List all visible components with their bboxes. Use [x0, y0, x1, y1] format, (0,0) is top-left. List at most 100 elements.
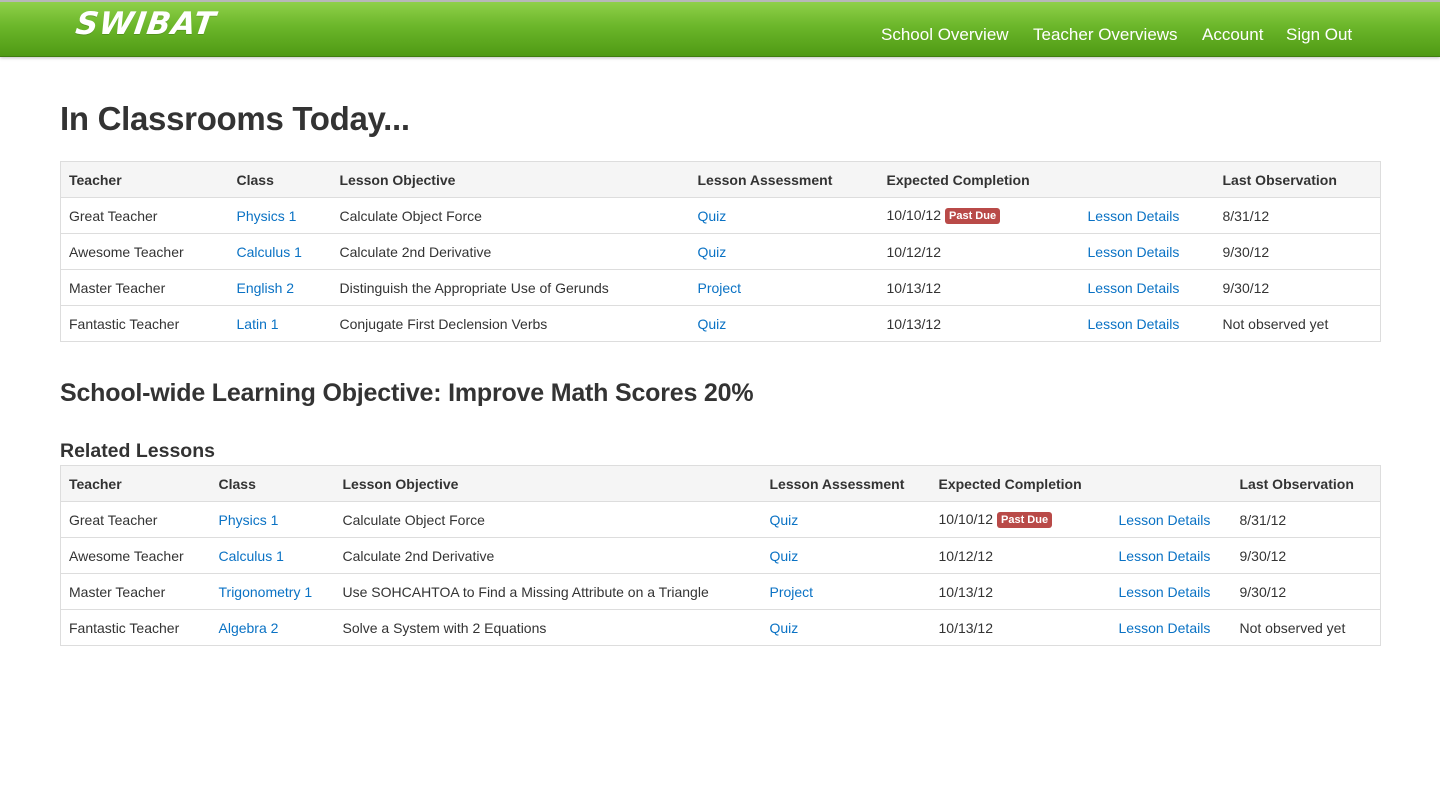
observation-cell: Not observed yet: [1214, 305, 1381, 342]
teacher-cell: Master Teacher: [60, 269, 229, 306]
assessment-link[interactable]: Quiz: [698, 316, 727, 332]
assessment-link[interactable]: Quiz: [770, 548, 799, 564]
lesson-details-link[interactable]: Lesson Details: [1088, 244, 1180, 260]
teacher-cell: Fantastic Teacher: [60, 609, 211, 646]
lesson-details-link[interactable]: Lesson Details: [1119, 620, 1211, 636]
header-teacher: Teacher: [60, 161, 229, 198]
lesson-details-link[interactable]: Lesson Details: [1088, 208, 1180, 224]
completion-cell: 10/12/12: [930, 537, 1111, 574]
table-header-row: Teacher Class Lesson Objective Lesson As…: [60, 161, 1381, 198]
header-lesson-objective: Lesson Objective: [331, 161, 690, 198]
teacher-cell: Master Teacher: [60, 573, 211, 610]
nav-teacher-overviews[interactable]: Teacher Overviews: [1033, 25, 1178, 45]
assessment-link[interactable]: Project: [770, 584, 814, 600]
header-class: Class: [210, 465, 335, 502]
completion-cell: 10/13/12: [930, 609, 1111, 646]
class-link[interactable]: Calculus 1: [219, 548, 284, 564]
nav-account[interactable]: Account: [1202, 25, 1263, 45]
lesson-details-link[interactable]: Lesson Details: [1119, 548, 1211, 564]
completion-date: 10/13/12: [886, 315, 942, 332]
table-row: Fantastic Teacher Algebra 2 Solve a Syst…: [60, 609, 1381, 646]
lesson-details-link[interactable]: Lesson Details: [1119, 512, 1211, 528]
teacher-cell: Great Teacher: [60, 197, 229, 234]
objective-cell: Calculate Object Force: [334, 501, 762, 538]
header-teacher: Teacher: [60, 465, 211, 502]
brand-logo[interactable]: SWIBAT: [73, 6, 218, 42]
completion-cell: 10/13/12: [878, 269, 1080, 306]
table-row: Fantastic Teacher Latin 1 Conjugate Firs…: [60, 305, 1381, 342]
observation-cell: 9/30/12: [1214, 269, 1381, 306]
observation-cell: Not observed yet: [1231, 609, 1381, 646]
completion-date: 10/13/12: [886, 279, 942, 296]
completion-date: 10/10/12: [938, 511, 994, 527]
completion-date: 10/12/12: [938, 547, 994, 564]
table-row: Master Teacher Trigonometry 1 Use SOHCAH…: [60, 573, 1381, 610]
observation-cell: 9/30/12: [1231, 573, 1381, 610]
completion-cell: 10/12/12: [878, 233, 1080, 270]
table-row: Awesome Teacher Calculus 1 Calculate 2nd…: [60, 233, 1381, 270]
teacher-cell: Awesome Teacher: [60, 233, 229, 270]
objective-cell: Calculate 2nd Derivative: [334, 537, 762, 574]
observation-cell: 9/30/12: [1231, 537, 1381, 574]
completion-date: 10/12/12: [886, 243, 942, 260]
completion-date: 10/10/12: [886, 207, 942, 223]
table-row: Great Teacher Physics 1 Calculate Object…: [60, 197, 1381, 234]
class-link[interactable]: Latin 1: [237, 316, 279, 332]
objective-cell: Calculate 2nd Derivative: [331, 233, 690, 270]
objective-cell: Conjugate First Declension Verbs: [331, 305, 690, 342]
teacher-cell: Great Teacher: [60, 501, 211, 538]
school-objective-heading: School-wide Learning Objective: Improve …: [60, 379, 754, 407]
objective-cell: Calculate Object Force: [331, 197, 690, 234]
table-header-row: Teacher Class Lesson Objective Lesson As…: [60, 465, 1381, 502]
class-link[interactable]: English 2: [237, 280, 295, 296]
header-expected-completion: Expected Completion: [930, 465, 1111, 502]
teacher-cell: Awesome Teacher: [60, 537, 211, 574]
class-link[interactable]: Physics 1: [237, 208, 297, 224]
related-lessons-heading: Related Lessons: [60, 440, 215, 462]
header-details: [1110, 465, 1232, 502]
class-link[interactable]: Physics 1: [219, 512, 279, 528]
completion-cell: 10/10/12 Past Due: [878, 197, 1080, 234]
past-due-badge: Past Due: [945, 208, 1001, 224]
observation-cell: 8/31/12: [1214, 197, 1381, 234]
related-lessons-table: Teacher Class Lesson Objective Lesson As…: [60, 465, 1381, 646]
header-class: Class: [228, 161, 332, 198]
completion-date: 10/13/12: [938, 583, 994, 600]
assessment-link[interactable]: Quiz: [770, 620, 799, 636]
header-last-observation: Last Observation: [1231, 465, 1381, 502]
today-lessons-table: Teacher Class Lesson Objective Lesson As…: [60, 161, 1381, 342]
header-details: [1079, 161, 1215, 198]
header-expected-completion: Expected Completion: [878, 161, 1080, 198]
nav-school-overview[interactable]: School Overview: [881, 25, 1009, 45]
past-due-badge: Past Due: [997, 512, 1053, 528]
table-row: Awesome Teacher Calculus 1 Calculate 2nd…: [60, 537, 1381, 574]
lesson-details-link[interactable]: Lesson Details: [1088, 316, 1180, 332]
assessment-link[interactable]: Project: [698, 280, 742, 296]
page-title: In Classrooms Today...: [60, 100, 410, 137]
assessment-link[interactable]: Quiz: [698, 244, 727, 260]
assessment-link[interactable]: Quiz: [770, 512, 799, 528]
table-row: Great Teacher Physics 1 Calculate Object…: [60, 501, 1381, 538]
top-navbar: SWIBAT School Overview Teacher Overviews…: [0, 0, 1440, 57]
lesson-details-link[interactable]: Lesson Details: [1088, 280, 1180, 296]
lesson-details-link[interactable]: Lesson Details: [1119, 584, 1211, 600]
teacher-cell: Fantastic Teacher: [60, 305, 229, 342]
nav-sign-out[interactable]: Sign Out: [1286, 25, 1352, 45]
class-link[interactable]: Trigonometry 1: [219, 584, 313, 600]
observation-cell: 8/31/12: [1231, 501, 1381, 538]
assessment-link[interactable]: Quiz: [698, 208, 727, 224]
header-lesson-objective: Lesson Objective: [334, 465, 762, 502]
completion-cell: 10/13/12: [930, 573, 1111, 610]
class-link[interactable]: Calculus 1: [237, 244, 302, 260]
header-lesson-assessment: Lesson Assessment: [689, 161, 879, 198]
class-link[interactable]: Algebra 2: [219, 620, 279, 636]
header-last-observation: Last Observation: [1214, 161, 1381, 198]
objective-cell: Solve a System with 2 Equations: [334, 609, 762, 646]
completion-cell: 10/13/12: [878, 305, 1080, 342]
completion-date: 10/13/12: [938, 619, 994, 636]
header-lesson-assessment: Lesson Assessment: [761, 465, 931, 502]
table-row: Master Teacher English 2 Distinguish the…: [60, 269, 1381, 306]
objective-cell: Use SOHCAHTOA to Find a Missing Attribut…: [334, 573, 762, 610]
objective-cell: Distinguish the Appropriate Use of Gerun…: [331, 269, 690, 306]
completion-cell: 10/10/12 Past Due: [930, 501, 1111, 538]
